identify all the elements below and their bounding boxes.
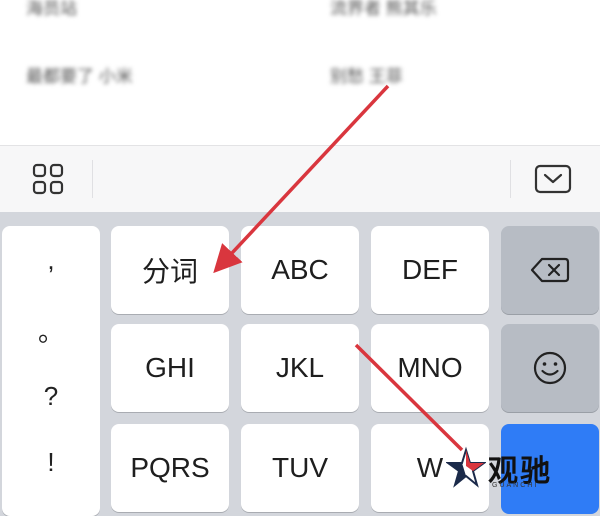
grid-four-squares-icon [32,163,64,195]
list-item-title: 海员站 [26,0,77,18]
symbol-key-comma[interactable]: , [2,230,100,290]
watermark-logo: 观驰 GUANCHI [446,444,596,492]
list-item[interactable]: 最都要了 小米 别愁 王菲 [0,62,600,106]
symbol-key-exclamation[interactable]: ! [2,432,100,492]
key-jkl[interactable]: JKL [241,324,359,412]
star-logo-icon [446,446,486,488]
key-def[interactable]: DEF [371,226,489,314]
toolbar-divider [510,160,511,198]
backspace-button[interactable] [501,226,599,314]
keyboard-collapse-button[interactable] [520,146,586,212]
keyboard-collapse-chevron-icon [534,164,572,194]
key-abc[interactable]: ABC [241,226,359,314]
list-item-subtitle: 别愁 王菲 [330,67,403,86]
toolbar-menu-button[interactable] [18,146,78,212]
symbol-key-period[interactable]: 。 [2,300,100,360]
symbol-column[interactable]: , 。 ? ! [2,226,100,516]
list-item-subtitle: 流界者 熊其乐 [330,0,437,18]
keyboard-toolbar [0,145,600,213]
smiley-face-icon [533,351,567,385]
backspace-icon [530,257,570,283]
emoji-button[interactable] [501,324,599,412]
key-mno[interactable]: MNO [371,324,489,412]
watermark-subtext: GUANCHI [492,482,539,489]
key-tuv[interactable]: TUV [241,424,359,512]
content-list: 海员站 流界者 熊其乐 最都要了 小米 别愁 王菲 [0,0,600,145]
list-item[interactable]: 海员站 流界者 熊其乐 [0,0,600,38]
toolbar-divider [92,160,93,198]
key-ghi[interactable]: GHI [111,324,229,412]
symbol-key-question[interactable]: ? [2,366,100,426]
key-segment[interactable]: 分词 [111,226,229,314]
key-pqrs[interactable]: PQRS [111,424,229,512]
list-item-title: 最都要了 小米 [26,67,133,86]
